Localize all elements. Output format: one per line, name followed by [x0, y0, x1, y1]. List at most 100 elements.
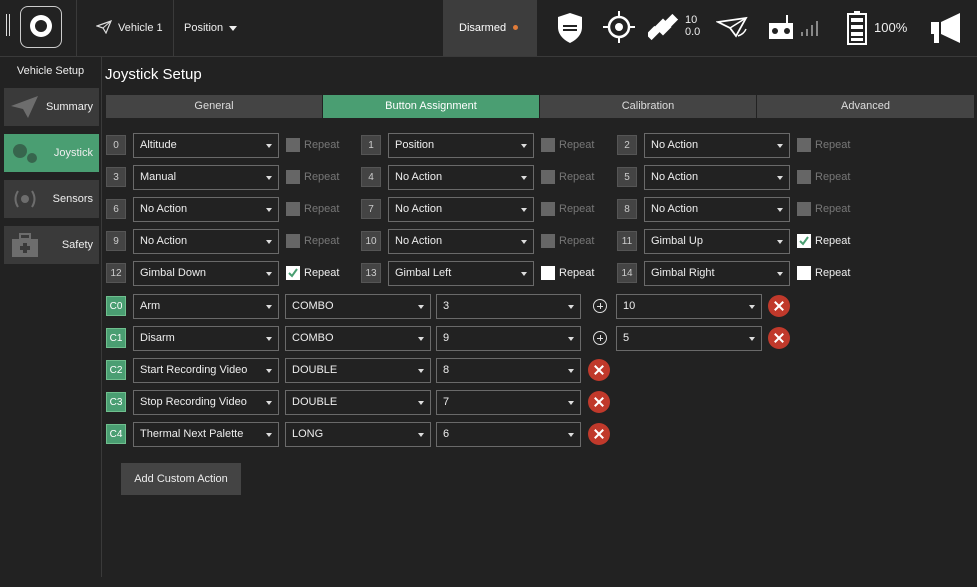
- chevron-down-icon: [418, 369, 424, 373]
- delete-custom-action-button[interactable]: [768, 295, 790, 317]
- dropdown-value: Thermal Next Palette: [140, 428, 244, 440]
- menu-icon[interactable]: [6, 14, 12, 36]
- delete-custom-action-button[interactable]: [768, 327, 790, 349]
- sidebar-item-label: Safety: [61, 239, 93, 251]
- tab-button-assignment[interactable]: Button Assignment: [323, 95, 539, 118]
- add-circle-icon[interactable]: [593, 299, 607, 313]
- repeat-checkbox[interactable]: [541, 138, 555, 152]
- combo-button-dropdown[interactable]: 5: [616, 326, 762, 351]
- press-type-dropdown[interactable]: DOUBLE: [285, 358, 431, 383]
- repeat-checkbox[interactable]: [541, 202, 555, 216]
- press-type-dropdown[interactable]: LONG: [285, 422, 431, 447]
- repeat-checkbox[interactable]: [541, 266, 555, 280]
- telemetry-icon[interactable]: [716, 16, 750, 40]
- repeat-checkbox[interactable]: [286, 266, 300, 280]
- repeat-checkbox[interactable]: [541, 234, 555, 248]
- press-type-dropdown[interactable]: DOUBLE: [285, 390, 431, 415]
- button-number: 4: [361, 167, 381, 187]
- repeat-checkbox[interactable]: [797, 234, 811, 248]
- sidebar-item-label: Summary: [45, 101, 93, 113]
- vehicle-selector[interactable]: Vehicle 1: [118, 0, 163, 56]
- dropdown-value: Arm: [140, 300, 161, 312]
- button-number: 6: [106, 199, 126, 219]
- sidebar-item-safety[interactable]: Safety: [4, 226, 99, 264]
- dropdown-value: Gimbal Down: [140, 267, 207, 279]
- sidebar-item-sensors[interactable]: Sensors: [4, 180, 99, 218]
- trigger-button-dropdown[interactable]: 8: [436, 358, 581, 383]
- chevron-down-icon: [266, 176, 272, 180]
- button-action-dropdown[interactable]: No Action: [133, 229, 279, 254]
- button-action-dropdown[interactable]: Gimbal Right: [644, 261, 790, 286]
- chevron-down-icon: [266, 240, 272, 244]
- trigger-button-dropdown[interactable]: 7: [436, 390, 581, 415]
- trigger-button-dropdown[interactable]: 6: [436, 422, 581, 447]
- repeat-label: Repeat: [304, 203, 340, 215]
- dropdown-value: 7: [443, 396, 450, 408]
- chevron-down-icon: [749, 337, 755, 341]
- repeat-checkbox[interactable]: [286, 202, 300, 216]
- custom-action-dropdown[interactable]: Disarm: [133, 326, 279, 351]
- button-number: 10: [361, 231, 381, 251]
- armed-status[interactable]: Disarmed: [443, 0, 537, 56]
- tab-general[interactable]: General: [106, 95, 322, 118]
- button-action-dropdown[interactable]: No Action: [388, 165, 534, 190]
- combo-button-dropdown[interactable]: 10: [616, 294, 762, 319]
- press-type-dropdown[interactable]: COMBO: [285, 326, 431, 351]
- repeat-checkbox[interactable]: [286, 234, 300, 248]
- delete-custom-action-button[interactable]: [588, 423, 610, 445]
- delete-custom-action-button[interactable]: [588, 391, 610, 413]
- button-action-dropdown[interactable]: No Action: [644, 133, 790, 158]
- button-action-dropdown[interactable]: Gimbal Down: [133, 261, 279, 286]
- trigger-button-dropdown[interactable]: 3: [436, 294, 581, 319]
- sidebar-title: Vehicle Setup: [16, 65, 85, 77]
- dropdown-value: No Action: [140, 203, 188, 215]
- button-number: 5: [617, 167, 637, 187]
- add-circle-icon[interactable]: [593, 331, 607, 345]
- app-logo-icon[interactable]: [20, 6, 62, 48]
- tab-calibration[interactable]: Calibration: [540, 95, 756, 118]
- button-action-dropdown[interactable]: No Action: [644, 165, 790, 190]
- tab-advanced[interactable]: Advanced: [757, 95, 974, 118]
- button-action-dropdown[interactable]: No Action: [388, 197, 534, 222]
- repeat-checkbox[interactable]: [286, 138, 300, 152]
- chevron-down-icon: [266, 144, 272, 148]
- button-action-dropdown[interactable]: No Action: [644, 197, 790, 222]
- custom-action-dropdown[interactable]: Arm: [133, 294, 279, 319]
- check-icon: [288, 268, 298, 278]
- repeat-checkbox[interactable]: [286, 170, 300, 184]
- sidebar-item-summary[interactable]: Summary: [4, 88, 99, 126]
- custom-action-dropdown[interactable]: Start Recording Video: [133, 358, 279, 383]
- shield-icon[interactable]: [557, 12, 583, 44]
- repeat-checkbox[interactable]: [797, 138, 811, 152]
- rc-transmitter-icon[interactable]: [768, 14, 796, 42]
- battery-icon[interactable]: [847, 11, 867, 45]
- flight-mode-selector[interactable]: Position: [184, 0, 223, 56]
- button-action-dropdown[interactable]: Altitude: [133, 133, 279, 158]
- repeat-checkbox[interactable]: [797, 202, 811, 216]
- button-action-dropdown[interactable]: No Action: [133, 197, 279, 222]
- gps-satellite-icon[interactable]: [648, 12, 678, 42]
- megaphone-icon[interactable]: [930, 12, 966, 44]
- button-action-dropdown[interactable]: Position: [388, 133, 534, 158]
- sidebar-item-joystick[interactable]: Joystick: [4, 134, 99, 172]
- dropdown-value: 9: [443, 332, 450, 344]
- press-type-dropdown[interactable]: COMBO: [285, 294, 431, 319]
- button-action-dropdown[interactable]: Manual: [133, 165, 279, 190]
- custom-action-id: C0: [106, 296, 126, 316]
- add-custom-action-button[interactable]: Add Custom Action: [121, 463, 241, 495]
- repeat-checkbox[interactable]: [797, 170, 811, 184]
- delete-custom-action-button[interactable]: [588, 359, 610, 381]
- repeat-checkbox[interactable]: [797, 266, 811, 280]
- button-action-dropdown[interactable]: No Action: [388, 229, 534, 254]
- chevron-down-icon[interactable]: [229, 26, 237, 31]
- target-icon[interactable]: [603, 11, 635, 43]
- custom-action-dropdown[interactable]: Thermal Next Palette: [133, 422, 279, 447]
- repeat-label: Repeat: [815, 203, 851, 215]
- button-action-dropdown[interactable]: Gimbal Up: [644, 229, 790, 254]
- trigger-button-dropdown[interactable]: 9: [436, 326, 581, 351]
- plane-icon: [11, 96, 38, 118]
- button-action-dropdown[interactable]: Gimbal Left: [388, 261, 534, 286]
- repeat-checkbox[interactable]: [541, 170, 555, 184]
- chevron-down-icon: [266, 208, 272, 212]
- custom-action-dropdown[interactable]: Stop Recording Video: [133, 390, 279, 415]
